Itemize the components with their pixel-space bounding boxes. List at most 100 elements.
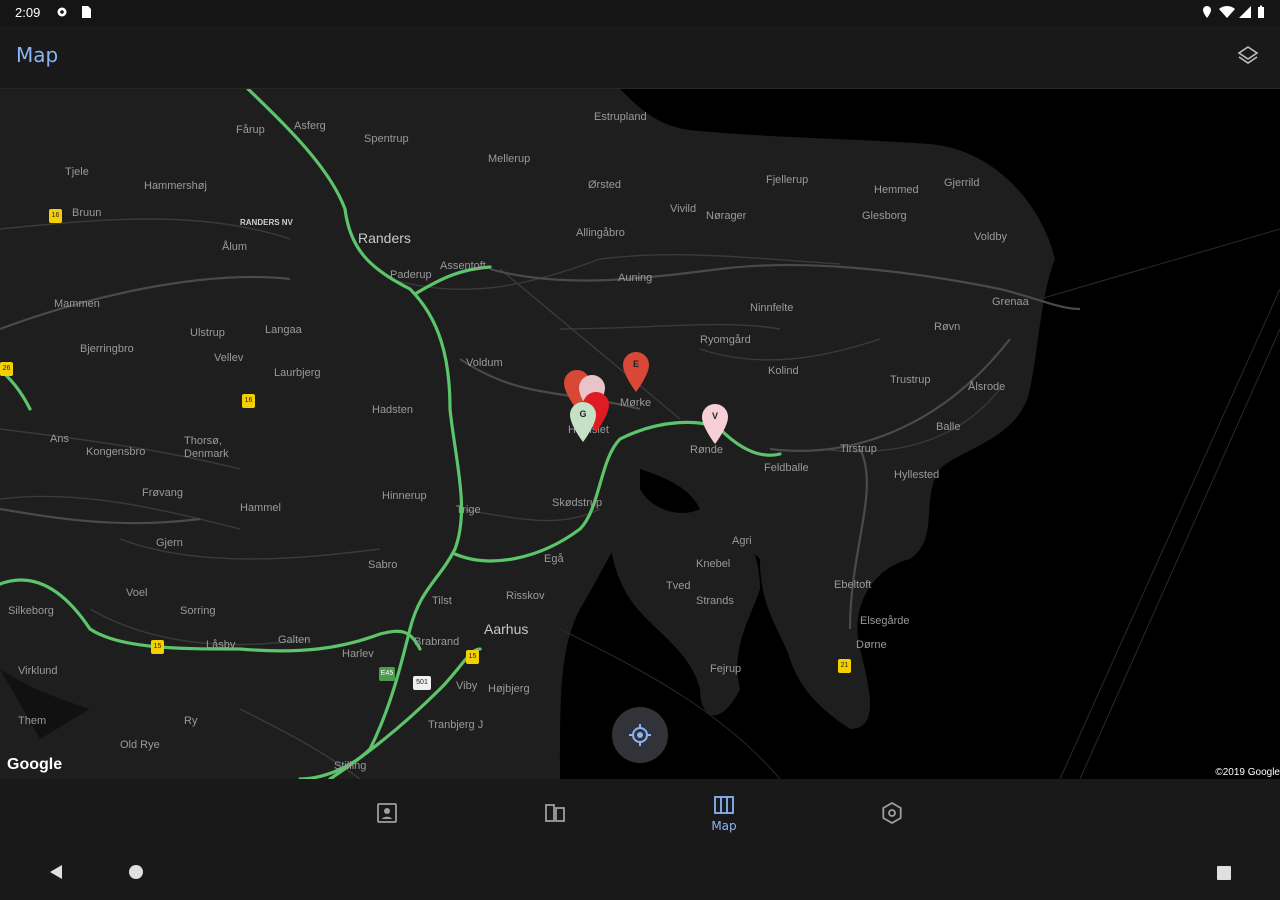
place-label: Tranbjerg J: [428, 719, 484, 731]
place-label: Mammen: [54, 298, 100, 310]
route-shield: 21: [838, 659, 851, 673]
route-shield: 15: [466, 650, 479, 664]
place-label: Voldum: [466, 357, 503, 369]
nav-pages[interactable]: [515, 779, 595, 843]
place-label: Aarhus: [484, 621, 529, 637]
my-location-button[interactable]: [612, 707, 668, 763]
place-label: Knebel: [696, 558, 731, 570]
place-label: Bruun: [72, 207, 102, 219]
place-label: Langaa: [265, 324, 302, 336]
place-label: Glesborg: [862, 210, 907, 222]
place-label: Vivild: [670, 203, 697, 215]
battery-status-icon: [1258, 5, 1264, 18]
pages-icon: [545, 804, 565, 822]
place-label: Ørsted: [588, 179, 622, 191]
page-title: Map: [16, 43, 59, 67]
place-label: Balle: [936, 421, 961, 433]
marker-pin-icon: [702, 404, 728, 444]
my-location-icon: [629, 724, 651, 746]
place-label: Auning: [618, 272, 653, 284]
place-label: Nørager: [706, 210, 747, 222]
overview-icon[interactable]: [1216, 865, 1232, 881]
nav-map[interactable]: Map: [684, 779, 764, 843]
place-label: Dørne: [856, 639, 887, 651]
signal-status-icon: [1239, 6, 1251, 18]
wifi-status-icon: [1219, 5, 1235, 19]
status-bar: 2:09: [0, 0, 1280, 26]
layers-icon: [1237, 46, 1259, 64]
route-shield: 15: [151, 640, 164, 654]
place-label: Stilling: [334, 760, 367, 772]
place-label: Sorring: [180, 605, 216, 617]
place-label: Old Rye: [120, 739, 160, 751]
place-label: Thorsø, Denmark: [184, 435, 229, 460]
app-bar: Map: [0, 26, 1280, 89]
place-label: Hemmed: [874, 184, 919, 196]
route-shield: 16: [49, 209, 62, 223]
place-label: Strands: [696, 595, 734, 607]
place-label: Mellerup: [488, 153, 531, 165]
map-marker-v[interactable]: V: [701, 403, 729, 445]
map-terrain: [0, 89, 1280, 779]
place-label: Tved: [666, 580, 691, 592]
place-label: Rønde: [690, 444, 724, 456]
place-label: Agri: [732, 535, 752, 547]
sdcard-status-icon: [82, 6, 91, 18]
place-label: Paderup: [390, 269, 432, 281]
place-label: Hinnerup: [382, 490, 427, 502]
contacts-icon: [377, 803, 397, 823]
place-label: Fjellerup: [766, 174, 809, 186]
place-label: Assentoft: [440, 260, 486, 272]
place-label: Egå: [544, 553, 564, 565]
place-label: Spentrup: [364, 133, 409, 145]
place-label: Sabro: [368, 559, 398, 571]
place-label: Mørke: [620, 397, 652, 409]
place-label: Ålsrode: [968, 381, 1006, 393]
place-label: Ålum: [222, 241, 248, 253]
map-copyright: ©2019 Google: [1215, 767, 1280, 778]
place-label: Hammel: [240, 502, 281, 514]
nav-settings[interactable]: [852, 779, 932, 843]
route-shield: 26: [0, 362, 13, 376]
place-label: Silkeborg: [8, 605, 54, 617]
place-label: Viby: [456, 680, 478, 692]
place-label: Ninnfelte: [750, 302, 794, 314]
place-label: Laurbjerg: [274, 367, 321, 379]
place-label: Fejrup: [710, 663, 742, 675]
place-label: Tirstrup: [840, 443, 877, 455]
marker-pin-icon: [570, 402, 596, 442]
place-label: Voldby: [974, 231, 1008, 243]
map-marker-e[interactable]: E: [622, 351, 650, 393]
nav-map-label: Map: [711, 819, 737, 833]
marker-pin-icon: [623, 352, 649, 392]
place-label: Højbjerg: [488, 683, 530, 695]
map-marker-g[interactable]: G: [569, 401, 597, 443]
map-view[interactable]: Randers Aarhus Silkeborg Estrupland Asfe…: [0, 89, 1280, 779]
route-shield: 501: [413, 676, 431, 690]
settings-status-icon: [57, 7, 67, 17]
back-icon[interactable]: [48, 864, 64, 880]
map-icon: [714, 796, 734, 814]
place-label: Fårup: [236, 124, 265, 136]
nav-contacts[interactable]: [347, 779, 427, 843]
place-label: Frøvang: [142, 487, 183, 499]
place-label: RANDERS NV: [240, 218, 293, 227]
route-shield: 16: [242, 394, 255, 408]
place-label: Brabrand: [414, 636, 460, 648]
place-label: Galten: [278, 634, 311, 646]
place-label: Ulstrup: [190, 327, 225, 339]
place-label: Låsby: [206, 639, 236, 651]
place-label: Hammershøj: [144, 180, 207, 192]
route-shield: E45: [379, 667, 395, 681]
place-label: Grenaa: [992, 296, 1029, 308]
place-label: Voel: [126, 587, 148, 599]
place-label: Skødstrup: [552, 497, 603, 509]
place-label: Virklund: [18, 665, 58, 677]
place-label: Estrupland: [594, 111, 647, 123]
home-icon[interactable]: [128, 864, 144, 880]
place-label: Ans: [50, 433, 69, 445]
place-label: Gjerrild: [944, 177, 980, 189]
place-label: Ebeltoft: [834, 579, 872, 591]
layers-button[interactable]: [1236, 44, 1260, 68]
place-label: Feldballe: [764, 462, 809, 474]
